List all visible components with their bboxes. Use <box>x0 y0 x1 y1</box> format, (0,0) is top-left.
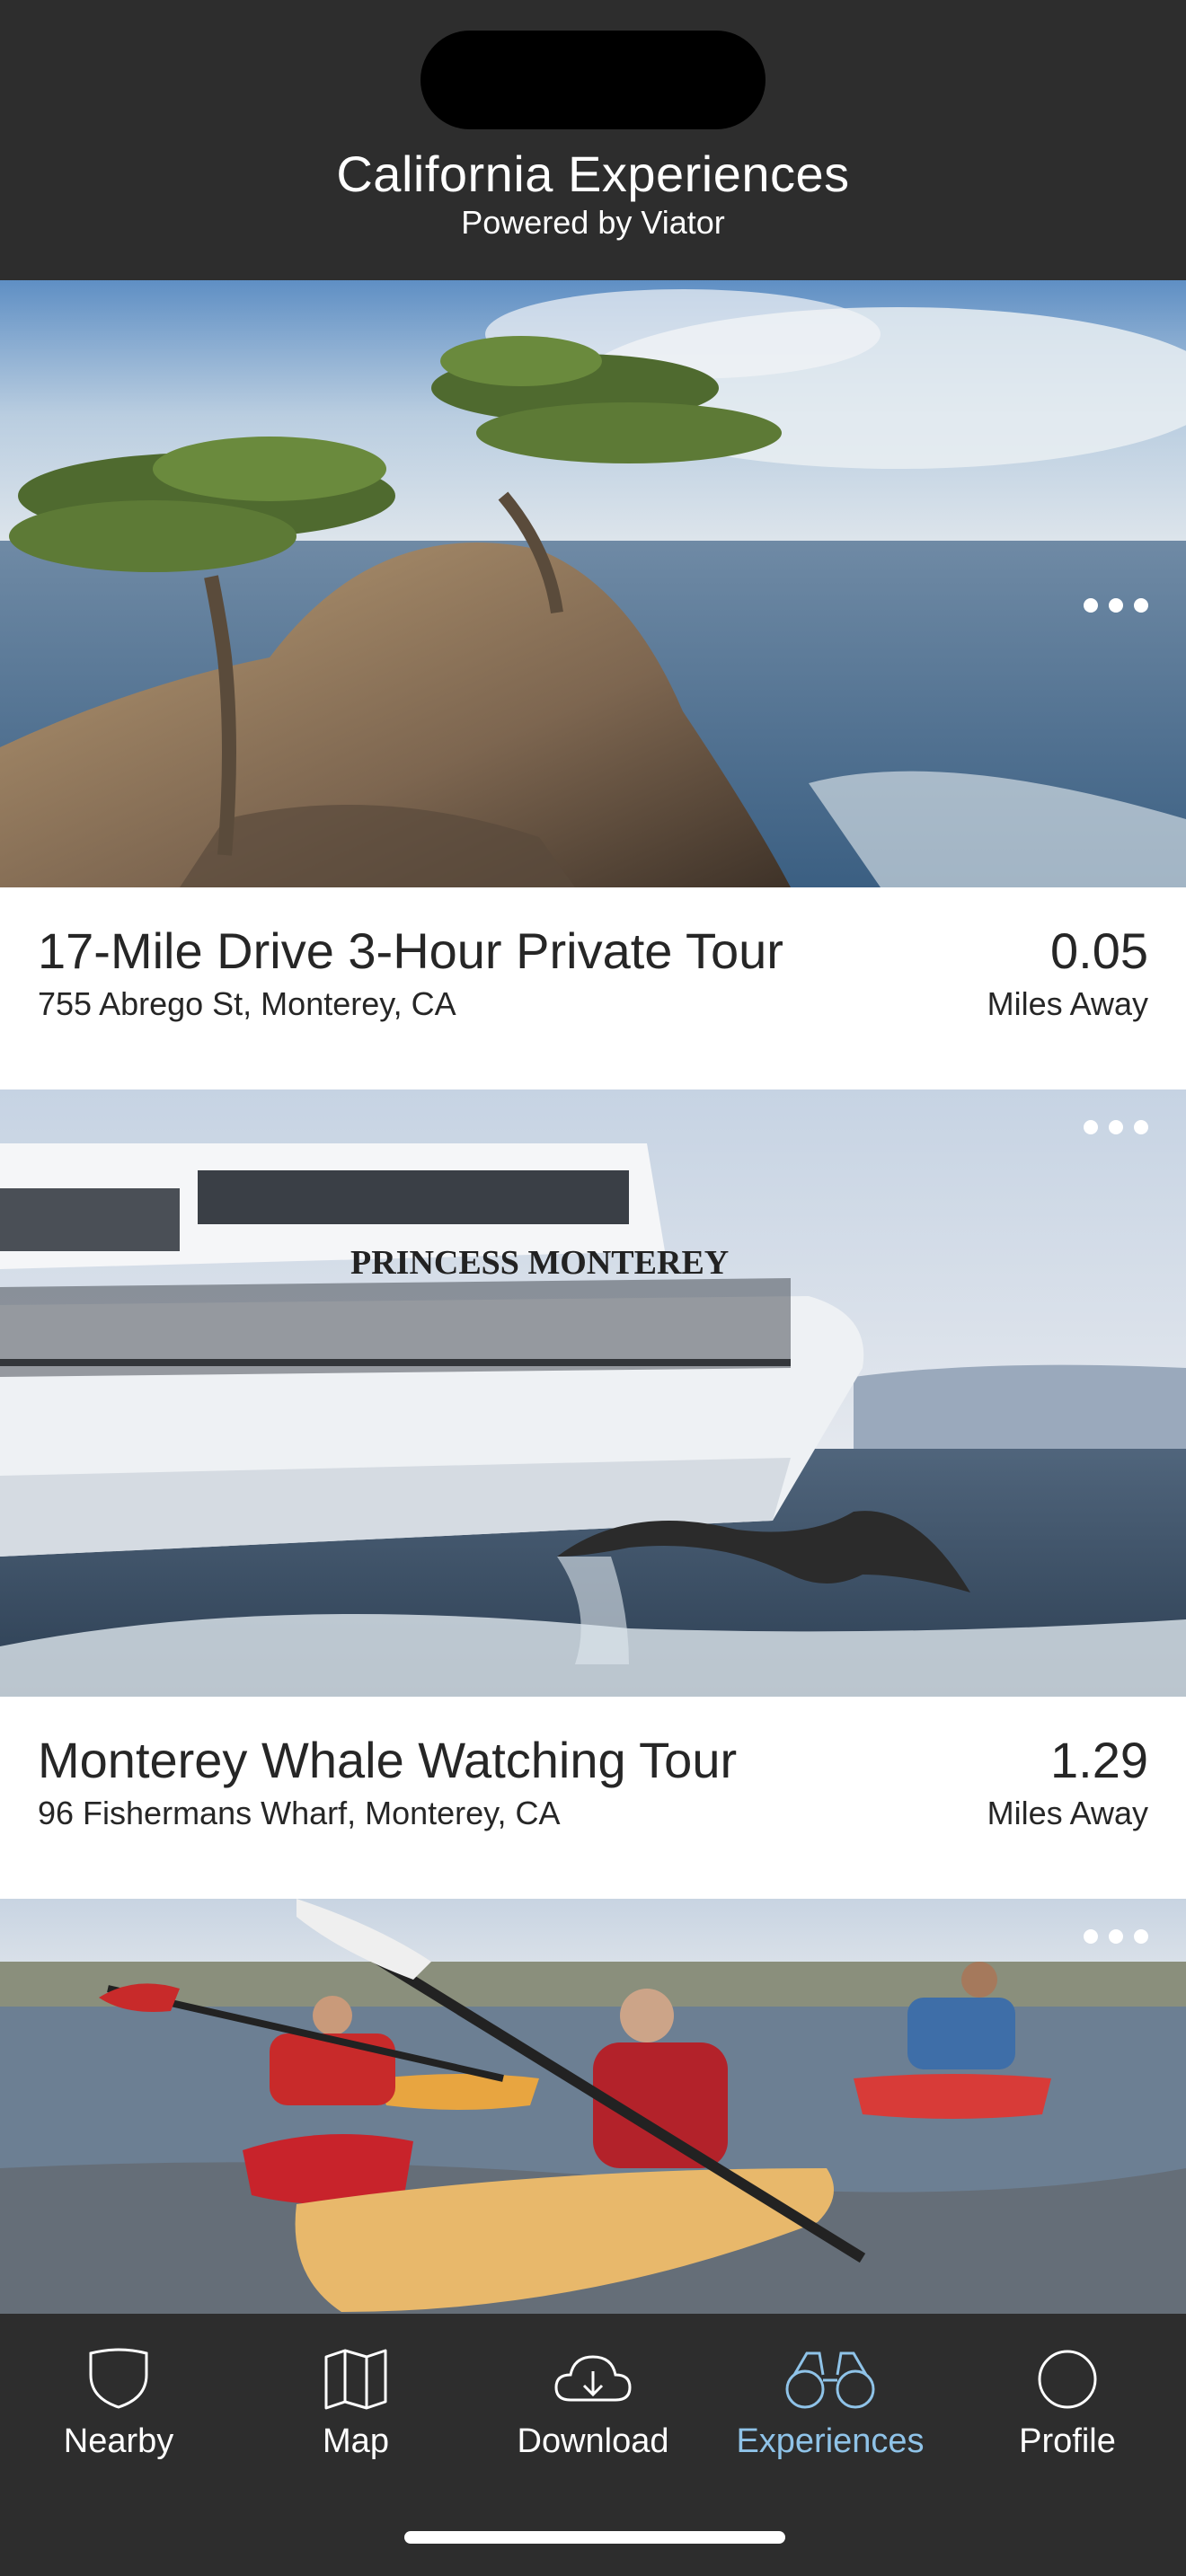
experience-photo[interactable]: PRINCESS MONTEREY <box>0 1090 1186 1697</box>
boat-sign-text: PRINCESS MONTEREY <box>350 1244 729 1282</box>
experience-card[interactable]: 17-Mile Drive 3-Hour Private Tour 755 Ab… <box>0 280 1186 1089</box>
page-title: California Experiences <box>336 146 850 202</box>
page-subtitle: Powered by Viator <box>461 204 725 241</box>
experience-card[interactable] <box>0 1899 1186 2314</box>
tab-map[interactable]: Map <box>237 2314 474 2493</box>
tab-label: Profile <box>1019 2422 1116 2460</box>
tab-bar: Nearby Map Download Experiences Profile <box>0 2314 1186 2576</box>
tab-experiences[interactable]: Experiences <box>712 2314 949 2493</box>
shield-icon <box>89 2348 148 2409</box>
home-indicator[interactable] <box>404 2531 785 2544</box>
tab-label: Map <box>323 2422 389 2460</box>
experience-address: 96 Fishermans Wharf, Monterey, CA <box>38 1795 561 1831</box>
experience-distance-unit: Miles Away <box>987 1795 1148 1831</box>
circle-profile-icon <box>1038 2350 1097 2409</box>
kayaking-image <box>0 1899 1186 2314</box>
app-header: California Experiences Powered by Viator <box>0 0 1186 280</box>
tab-label: Experiences <box>736 2422 925 2460</box>
cypress-coast-image <box>0 280 1186 887</box>
experience-address: 755 Abrego St, Monterey, CA <box>38 985 456 1022</box>
experience-distance: 1.29 <box>1050 1732 1148 1788</box>
experience-photo[interactable] <box>0 280 1186 887</box>
dynamic-island <box>420 31 766 129</box>
tab-label: Nearby <box>63 2422 174 2460</box>
tab-label: Download <box>517 2422 669 2460</box>
experience-photo[interactable] <box>0 1899 1186 2314</box>
whale-watching-image: PRINCESS MONTEREY <box>0 1090 1186 1697</box>
more-options-icon[interactable] <box>1084 1116 1148 1138</box>
experience-title: Monterey Whale Watching Tour <box>38 1732 738 1788</box>
tab-nearby[interactable]: Nearby <box>0 2314 237 2493</box>
experience-card[interactable]: PRINCESS MONTEREY Monterey Whale Watchin… <box>0 1090 1186 1898</box>
binoculars-icon <box>785 2351 875 2409</box>
more-options-icon[interactable] <box>1084 1926 1148 1947</box>
experience-distance: 0.05 <box>1050 922 1148 979</box>
tab-profile[interactable]: Profile <box>949 2314 1186 2493</box>
cloud-download-icon <box>554 2355 632 2402</box>
experience-info: Monterey Whale Watching Tour 96 Fisherma… <box>0 1697 1186 1898</box>
experience-distance-unit: Miles Away <box>987 985 1148 1022</box>
experience-info: 17-Mile Drive 3-Hour Private Tour 755 Ab… <box>0 887 1186 1089</box>
experience-title: 17-Mile Drive 3-Hour Private Tour <box>38 922 783 979</box>
map-icon <box>324 2349 387 2410</box>
tab-download[interactable]: Download <box>474 2314 712 2493</box>
more-options-icon[interactable] <box>1084 595 1148 616</box>
